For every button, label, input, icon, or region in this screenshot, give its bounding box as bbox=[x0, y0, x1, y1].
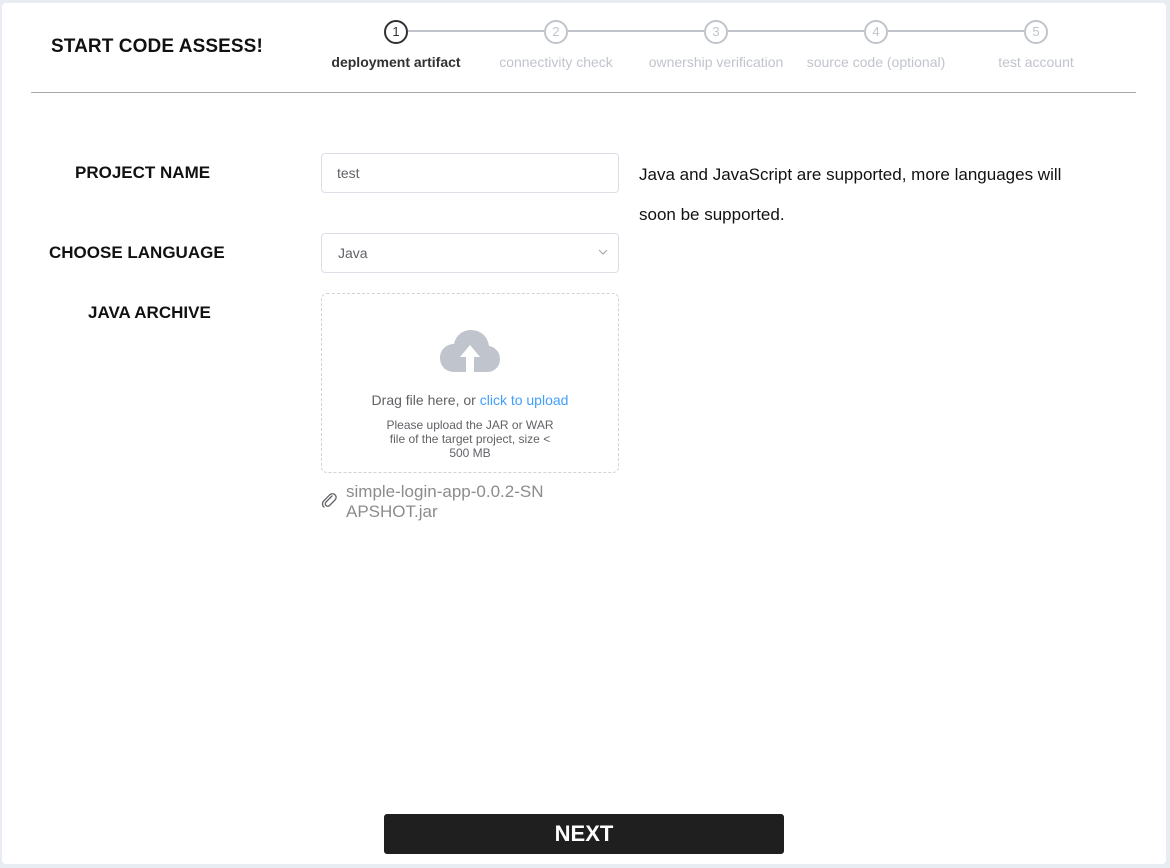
step-connector bbox=[888, 30, 1024, 32]
java-archive-label: JAVA ARCHIVE bbox=[88, 303, 211, 322]
step-connector bbox=[408, 30, 544, 32]
step-1-label: deployment artifact bbox=[331, 54, 461, 70]
step-1-number: 1 bbox=[384, 20, 408, 44]
chevron-down-icon bbox=[598, 249, 608, 255]
file-upload-dropzone[interactable]: Drag file here, or click to upload Pleas… bbox=[321, 293, 619, 473]
step-4-number: 4 bbox=[864, 20, 888, 44]
upload-drag-text: Drag file here, or bbox=[371, 392, 480, 408]
step-connector bbox=[568, 30, 704, 32]
step-2-number: 2 bbox=[544, 20, 568, 44]
step-5-label: test account bbox=[998, 54, 1074, 70]
step-4-label: source code (optional) bbox=[806, 54, 946, 70]
choose-language-label: CHOOSE LANGUAGE bbox=[49, 243, 225, 262]
upload-instructions: Drag file here, or click to upload bbox=[322, 392, 618, 408]
click-to-upload-link[interactable]: click to upload bbox=[480, 392, 569, 408]
project-name-label: PROJECT NAME bbox=[75, 163, 211, 182]
step-3-label: ownership verification bbox=[648, 54, 784, 70]
language-select-value: Java bbox=[338, 245, 368, 261]
project-name-input[interactable] bbox=[321, 153, 619, 193]
language-support-hint: Java and JavaScript are supported, more … bbox=[639, 165, 1062, 224]
header-divider bbox=[31, 92, 1136, 93]
step-2-label: connectivity check bbox=[499, 54, 613, 70]
language-select[interactable]: Java bbox=[321, 233, 619, 273]
cloud-upload-icon bbox=[440, 330, 500, 372]
assessment-page: START CODE ASSESS! 1 2 3 4 5 deployment … bbox=[2, 3, 1166, 864]
upload-tip: Please upload the JAR or WAR file of the… bbox=[386, 418, 554, 460]
step-connector bbox=[728, 30, 864, 32]
uploaded-file-name: simple-login-app-0.0.2-SNAPSHOT.jar bbox=[346, 482, 544, 521]
step-3-number: 3 bbox=[704, 20, 728, 44]
progress-steps: 1 2 3 4 5 deployment artifact connectivi… bbox=[2, 3, 1166, 93]
next-button[interactable]: NEXT bbox=[384, 814, 784, 854]
paperclip-icon bbox=[321, 493, 337, 508]
step-5-number: 5 bbox=[1024, 20, 1048, 44]
